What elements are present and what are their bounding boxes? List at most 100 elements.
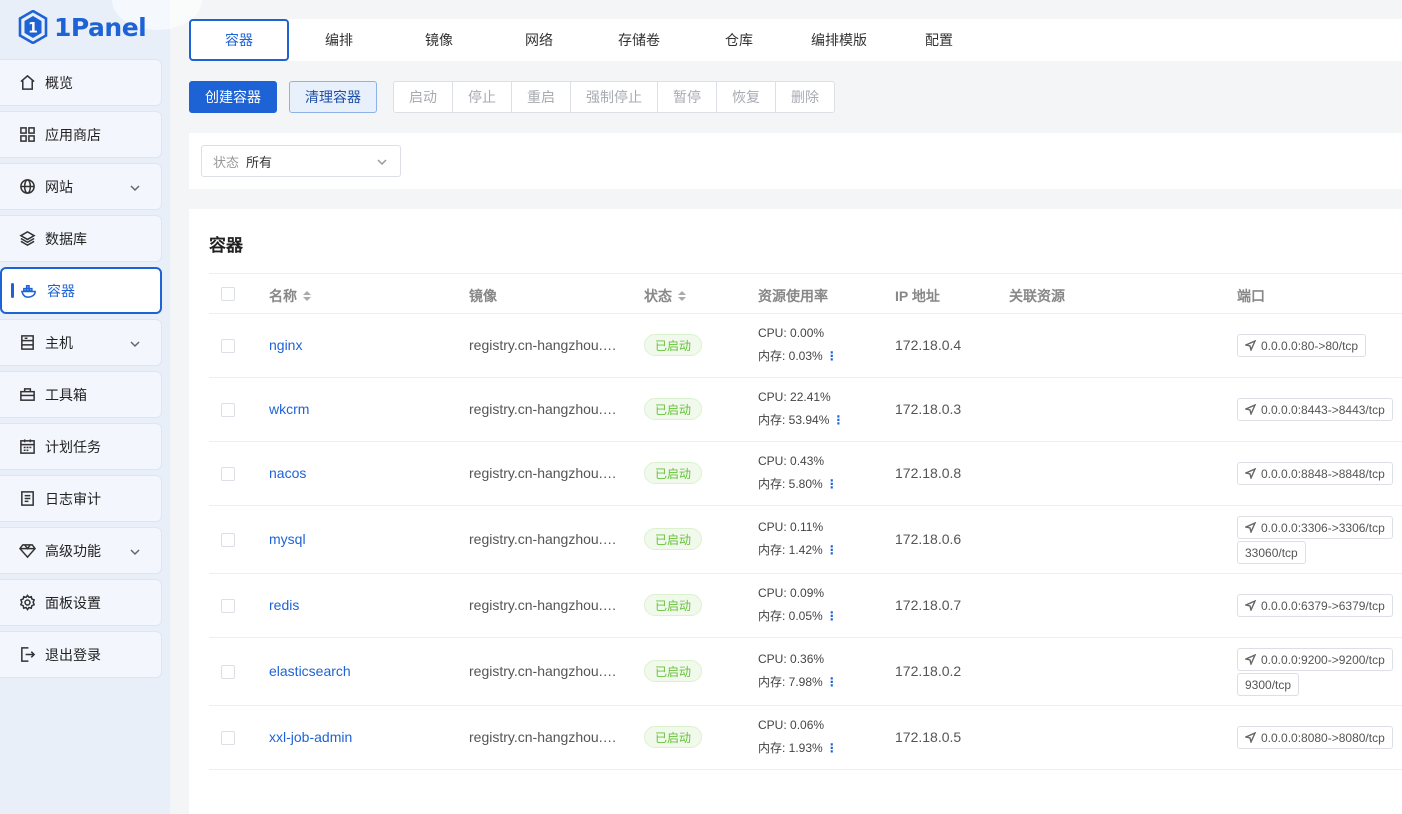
tab-4[interactable]: 存储卷 (589, 19, 689, 61)
container-name-link[interactable]: nginx (269, 337, 302, 353)
container-tabs: 容器 编排 镜像 网络 存储卷 仓库 编排模版 配置 (189, 19, 1402, 61)
resource-usage: CPU: 22.41% 内存: 53.94% ⋮ (758, 386, 844, 432)
tab-6[interactable]: 编排模版 (789, 19, 889, 61)
tab-5[interactable]: 仓库 (689, 19, 789, 61)
sort-icon (303, 291, 311, 301)
batch-action-button[interactable]: 重启 (511, 82, 570, 112)
status-badge-label: 已启动 (644, 462, 703, 484)
resource-usage: CPU: 0.06% 内存: 1.93% ⋮ (758, 714, 838, 760)
port-text: 0.0.0.0:80->80/tcp (1261, 338, 1359, 353)
calendar-icon (18, 438, 36, 456)
port-text: 0.0.0.0:8080->8080/tcp (1261, 730, 1385, 745)
status-filter-select[interactable]: 状态 所有 (201, 145, 401, 177)
row-checkbox[interactable] (221, 467, 235, 481)
ip-address: 172.18.0.5 (895, 729, 962, 745)
create-container-button[interactable]: 创建容器 (189, 81, 277, 113)
sidebar-item-label: 计划任务 (45, 438, 101, 455)
send-icon (1243, 467, 1257, 481)
port-tag[interactable]: 0.0.0.0:6379->6379/tcp (1237, 594, 1393, 617)
batch-action-button[interactable]: 删除 (775, 82, 834, 112)
chevron-down-icon (129, 181, 141, 193)
port-tag[interactable]: 0.0.0.0:8443->8443/tcp (1237, 398, 1393, 421)
clean-container-button[interactable]: 清理容器 (289, 81, 377, 113)
header-ip: IP 地址 (895, 288, 940, 304)
port-tag[interactable]: 9300/tcp (1237, 673, 1300, 696)
tab-0[interactable]: 容器 (189, 19, 289, 61)
row-checkbox[interactable] (221, 403, 235, 417)
row-checkbox[interactable] (221, 599, 235, 613)
more-vertical-icon[interactable]: ⋮ (826, 477, 838, 491)
cpu-value: 0.09% (790, 586, 825, 600)
more-vertical-icon[interactable]: ⋮ (826, 609, 838, 623)
more-vertical-icon[interactable]: ⋮ (826, 349, 838, 363)
port-tag[interactable]: 0.0.0.0:80->80/tcp (1237, 334, 1367, 357)
batch-action-button[interactable]: 启动 (394, 82, 452, 112)
more-vertical-icon[interactable]: ⋮ (826, 543, 838, 557)
sidebar-item-home[interactable]: 概览 (0, 59, 162, 106)
batch-action-button[interactable]: 恢复 (716, 82, 775, 112)
more-vertical-icon[interactable]: ⋮ (826, 741, 838, 755)
port-text: 33060/tcp (1245, 545, 1298, 560)
port-tag[interactable]: 0.0.0.0:3306->3306/tcp (1237, 516, 1393, 539)
cpu-value: 0.36% (790, 652, 825, 666)
header-name[interactable]: 名称 (269, 286, 311, 306)
status-badge: 已启动 (644, 528, 703, 550)
mem-usage: 内存: 53.94% ⋮ (758, 409, 844, 432)
container-name-link[interactable]: redis (269, 597, 299, 613)
port-tag[interactable]: 0.0.0.0:8848->8848/tcp (1237, 462, 1393, 485)
send-icon (1243, 339, 1257, 353)
container-name-link[interactable]: wkcrm (269, 401, 309, 417)
cpu-prefix: CPU: (758, 586, 791, 600)
sidebar-item-log[interactable]: 日志审计 (0, 475, 162, 522)
brand-logo[interactable]: 1 1Panel (18, 8, 147, 46)
tab-1[interactable]: 编排 (289, 19, 389, 61)
sidebar-item-diamond[interactable]: 高级功能 (0, 527, 162, 574)
more-vertical-icon[interactable]: ⋮ (826, 675, 838, 689)
row-checkbox[interactable] (221, 731, 235, 745)
sidebar-item-server[interactable]: 主机 (0, 319, 162, 366)
cpu-prefix: CPU: (758, 652, 791, 666)
mem-usage: 内存: 1.93% ⋮ (758, 737, 838, 760)
row-checkbox[interactable] (221, 665, 235, 679)
send-icon (1243, 521, 1257, 535)
batch-action-button[interactable]: 强制停止 (570, 82, 657, 112)
status-badge: 已启动 (644, 462, 703, 484)
port-tag[interactable]: 0.0.0.0:8080->8080/tcp (1237, 726, 1393, 749)
sidebar-item-layers[interactable]: 数据库 (0, 215, 162, 262)
globe-icon (18, 178, 36, 196)
sidebar-item-grid[interactable]: 应用商店 (0, 111, 162, 158)
container-name-link[interactable]: mysql (269, 531, 306, 547)
chevron-down-icon (129, 337, 141, 349)
select-all-checkbox[interactable] (221, 287, 235, 301)
sidebar-item-docker[interactable]: 容器 (0, 267, 162, 314)
container-name-link[interactable]: xxl-job-admin (269, 729, 352, 745)
cpu-usage: CPU: 0.36% (758, 648, 838, 671)
tab-3[interactable]: 网络 (489, 19, 589, 61)
row-checkbox[interactable] (221, 533, 235, 547)
brand-name: 1Panel (54, 12, 147, 42)
tab-2[interactable]: 镜像 (389, 19, 489, 61)
row-checkbox[interactable] (221, 339, 235, 353)
sidebar-item-toolbox[interactable]: 工具箱 (0, 371, 162, 418)
send-icon (1243, 731, 1257, 745)
header-status[interactable]: 状态 (644, 286, 686, 306)
batch-action-button[interactable]: 停止 (452, 82, 511, 112)
sidebar-item-logout[interactable]: 退出登录 (0, 631, 162, 678)
port-tag[interactable]: 0.0.0.0:9200->9200/tcp (1237, 648, 1393, 671)
diamond-icon (18, 542, 36, 560)
tab-7[interactable]: 配置 (889, 19, 989, 61)
cpu-value: 22.41% (790, 390, 831, 404)
batch-action-button[interactable]: 暂停 (657, 82, 716, 112)
sidebar-item-gear[interactable]: 面板设置 (0, 579, 162, 626)
port-tag[interactable]: 33060/tcp (1237, 541, 1306, 564)
container-table: 名称 镜像 状态 资源使用率 IP 地址 关联资源 端口 nginx regist… (209, 273, 1402, 770)
status-badge: 已启动 (644, 398, 703, 420)
cpu-usage: CPU: 0.06% (758, 714, 838, 737)
more-vertical-icon[interactable]: ⋮ (832, 413, 844, 427)
container-name-link[interactable]: elasticsearch (269, 663, 351, 679)
sidebar-item-label: 数据库 (45, 230, 87, 247)
sidebar-item-calendar[interactable]: 计划任务 (0, 423, 162, 470)
svg-text:1: 1 (28, 21, 38, 37)
container-name-link[interactable]: nacos (269, 465, 306, 481)
sidebar-item-globe[interactable]: 网站 (0, 163, 162, 210)
